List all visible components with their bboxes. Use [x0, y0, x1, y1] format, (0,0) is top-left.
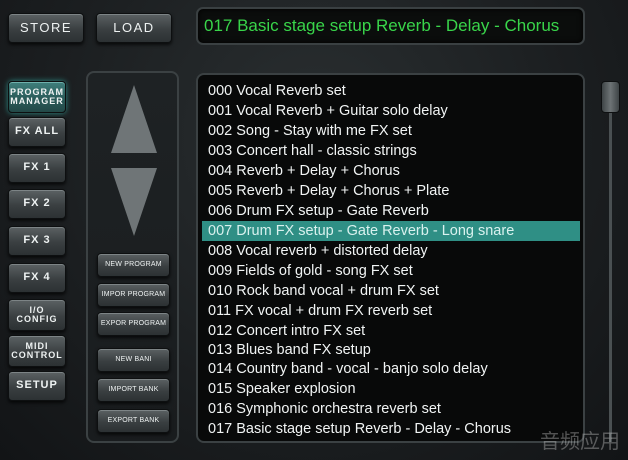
fx1-button[interactable]: FX 1: [8, 153, 66, 183]
fx2-button[interactable]: FX 2: [8, 189, 66, 219]
store-button[interactable]: STORE: [8, 13, 84, 43]
program-manager-button[interactable]: PROGRAM MANAGER: [8, 81, 66, 113]
fx3-button[interactable]: FX 3: [8, 226, 66, 256]
export-program-button[interactable]: EXPOR PROGRAM: [97, 312, 170, 336]
current-preset-display: 017 Basic stage setup Reverb - Delay - C…: [196, 7, 585, 45]
list-item[interactable]: 005 Reverb + Delay + Chorus + Plate: [202, 181, 580, 201]
list-item[interactable]: 007 Drum FX setup - Gate Reverb - Long s…: [202, 221, 580, 241]
list-item[interactable]: 008 Vocal reverb + distorted delay: [202, 241, 580, 261]
new-bank-button[interactable]: NEW BANI: [97, 348, 170, 372]
fx-all-button[interactable]: FX ALL: [8, 117, 66, 147]
list-item[interactable]: 001 Vocal Reverb + Guitar solo delay: [202, 101, 580, 121]
list-item[interactable]: 002 Song - Stay with me FX set: [202, 121, 580, 141]
list-item[interactable]: 012 Concert intro FX set: [202, 321, 580, 341]
midi-control-label-2: CONTROL: [11, 350, 63, 360]
load-button[interactable]: LOAD: [96, 13, 172, 43]
import-bank-button[interactable]: IMPORT BANK: [97, 378, 170, 402]
program-manager-label-2: MANAGER: [10, 96, 64, 106]
list-item[interactable]: 016 Symphonic orchestra reverb set: [202, 399, 580, 419]
io-config-button[interactable]: I/O CONFIG: [8, 299, 66, 331]
list-item[interactable]: 011 FX vocal + drum FX reverb set: [202, 301, 580, 321]
scroll-down-arrow-icon[interactable]: [111, 168, 157, 236]
list-item[interactable]: 015 Speaker explosion: [202, 379, 580, 399]
import-program-button[interactable]: IMPOR PROGRAM: [97, 283, 170, 307]
list-item[interactable]: 010 Rock band vocal + drum FX set: [202, 281, 580, 301]
list-item[interactable]: 009 Fields of gold - song FX set: [202, 261, 580, 281]
list-item[interactable]: 014 Country band - vocal - banjo solo de…: [202, 359, 580, 379]
list-item[interactable]: 004 Reverb + Delay + Chorus: [202, 161, 580, 181]
list-item[interactable]: 006 Drum FX setup - Gate Reverb: [202, 201, 580, 221]
list-item[interactable]: 000 Vocal Reverb set: [202, 81, 580, 101]
scrollbar-thumb[interactable]: [601, 81, 620, 113]
fx4-button[interactable]: FX 4: [8, 263, 66, 293]
scrollbar-track[interactable]: [609, 112, 612, 442]
midi-control-button[interactable]: MIDI CONTROL: [8, 335, 66, 367]
watermark: 音频应用: [540, 429, 620, 453]
export-bank-button[interactable]: EXPORT BANK: [97, 409, 170, 433]
setup-button[interactable]: SETUP: [8, 371, 66, 401]
io-config-label-2: CONFIG: [16, 314, 58, 324]
new-program-button[interactable]: NEW PROGRAM: [97, 253, 170, 277]
list-item[interactable]: 013 Blues band FX setup: [202, 340, 580, 360]
list-item[interactable]: 017 Basic stage setup Reverb - Delay - C…: [202, 419, 580, 439]
list-item[interactable]: 003 Concert hall - classic strings: [202, 141, 580, 161]
scroll-up-arrow-icon[interactable]: [111, 85, 157, 153]
preset-list[interactable]: 000 Vocal Reverb set 001 Vocal Reverb + G…: [196, 73, 585, 443]
